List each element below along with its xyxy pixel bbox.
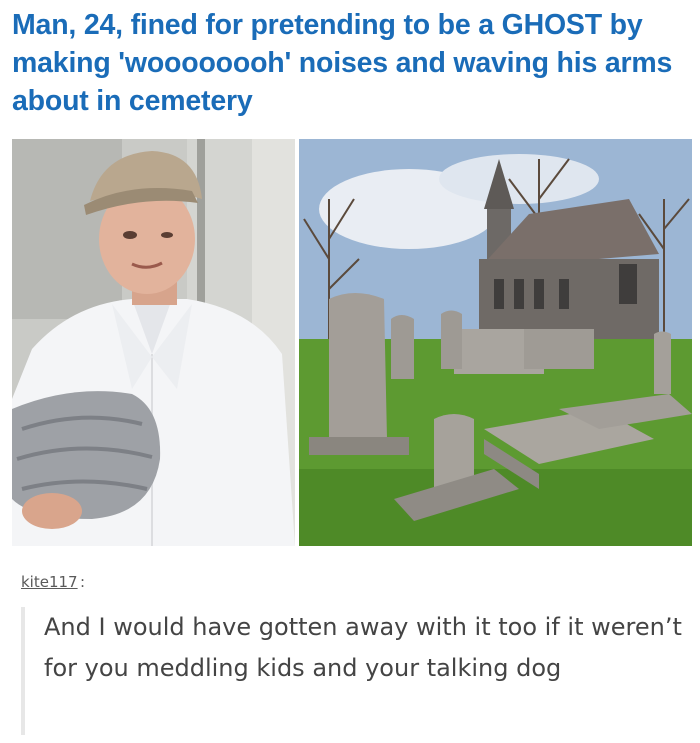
username-link[interactable]: kite117 [21,573,78,591]
man-photo [12,139,295,546]
man-photo-illustration [12,139,295,546]
username-colon: : [80,573,86,591]
article-headline: Man, 24, fined for pretending to be a GH… [12,9,673,117]
news-card: Man, 24, fined for pretending to be a GH… [0,0,700,551]
quote-bar [21,607,25,735]
comment-text: And I would have gotten away with it too… [44,613,682,682]
cemetery-photo [299,139,692,546]
cemetery-photo-illustration [299,139,692,546]
reblog-comment: kite117 : And I would have gotten away w… [0,551,700,743]
